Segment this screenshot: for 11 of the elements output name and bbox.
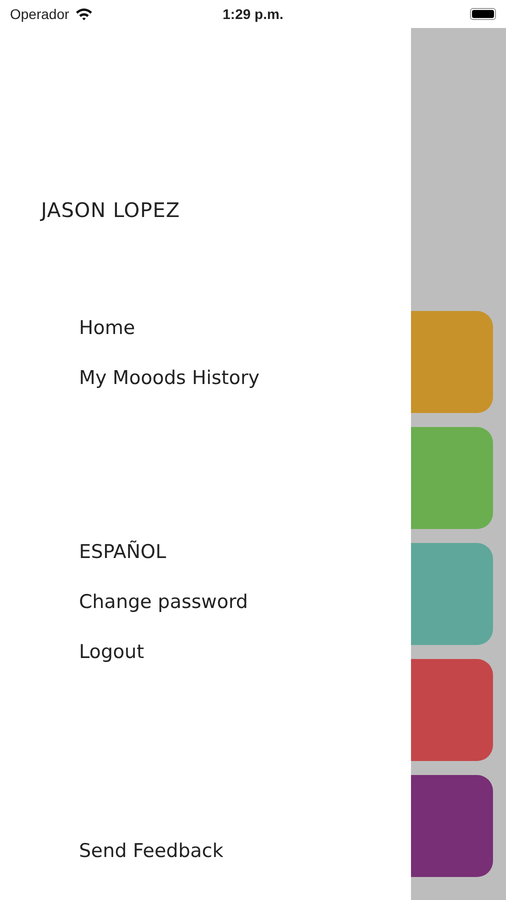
menu-item[interactable]: ESPAÑOL — [79, 540, 166, 564]
user-name: JASON LOPEZ — [41, 198, 182, 222]
carrier-name: Operador — [10, 6, 70, 22]
menu-item[interactable]: Send Feedback — [79, 839, 224, 863]
battery-icon — [470, 8, 496, 20]
menu-item[interactable]: Change password — [79, 590, 248, 614]
menu-item[interactable]: Logout — [79, 640, 144, 664]
wifi-icon — [75, 7, 94, 21]
clock-time: 1:29 p.m. — [222, 6, 284, 22]
menu-item[interactable]: My Mooods History — [79, 366, 260, 390]
menu-item[interactable]: Home — [79, 316, 136, 340]
